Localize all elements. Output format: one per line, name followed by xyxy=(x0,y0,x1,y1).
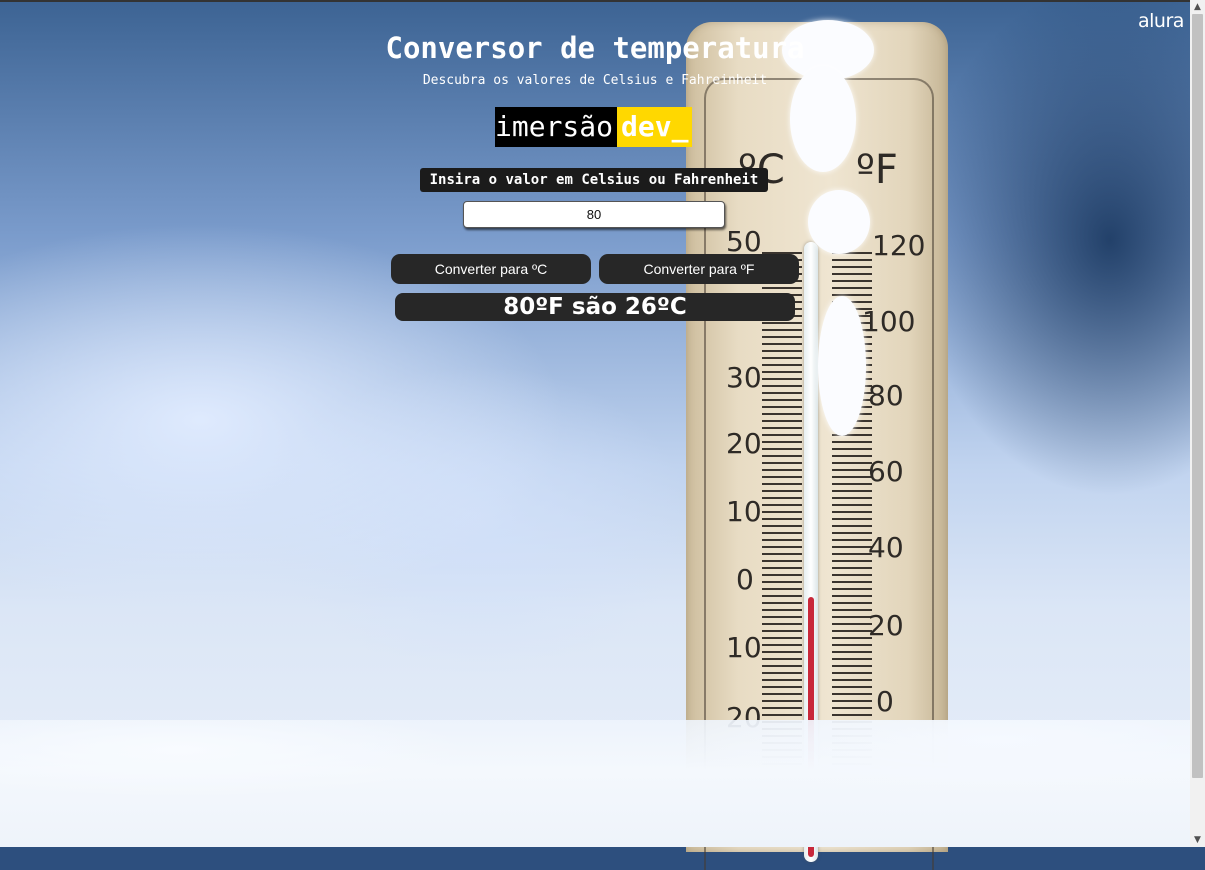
celsius-label: 50 xyxy=(726,225,762,258)
thermometer-unit-fahrenheit: ºF xyxy=(856,147,898,193)
fahrenheit-label: 40 xyxy=(868,531,904,564)
fahrenheit-label: 20 xyxy=(868,609,904,642)
convert-to-fahrenheit-button[interactable]: Converter para ºF xyxy=(599,254,799,284)
celsius-label: 10 xyxy=(726,631,762,664)
badge-text-dev: dev_ xyxy=(617,107,693,147)
input-label: Insira o valor em Celsius ou Fahrenheit xyxy=(420,168,768,192)
page-subtitle: Descubra os valores de Celsius e Fahrein… xyxy=(422,73,768,88)
celsius-label: 30 xyxy=(726,361,762,394)
celsius-label: 10 xyxy=(726,495,762,528)
fahrenheit-label: 60 xyxy=(868,455,904,488)
fahrenheit-label: 0 xyxy=(876,685,894,718)
alura-logo[interactable]: alura xyxy=(1138,10,1184,32)
celsius-label: 20 xyxy=(726,427,762,460)
convert-to-celsius-button[interactable]: Converter para ºC xyxy=(391,254,591,284)
snow-clump xyxy=(818,296,866,436)
scroll-down-arrow-icon[interactable]: ▼ xyxy=(1190,833,1205,847)
badge-text-imersao: imersão xyxy=(495,107,618,147)
imersao-dev-badge: imersão dev_ xyxy=(495,107,693,147)
fahrenheit-label: 100 xyxy=(862,305,916,338)
scroll-up-arrow-icon[interactable]: ▲ xyxy=(1190,0,1205,14)
celsius-label: 0 xyxy=(736,563,754,596)
fahrenheit-label: 120 xyxy=(872,229,926,262)
snow-clump xyxy=(808,190,870,254)
temperature-input[interactable] xyxy=(463,201,725,228)
conversion-result: 80ºF são 26ºC xyxy=(395,293,795,321)
scrollbar-thumb[interactable] xyxy=(1192,14,1203,778)
window-top-border xyxy=(0,0,1205,2)
snow-ground xyxy=(0,720,1190,847)
page-title: Conversor de temperatura xyxy=(385,31,805,65)
fahrenheit-label: 80 xyxy=(868,379,904,412)
